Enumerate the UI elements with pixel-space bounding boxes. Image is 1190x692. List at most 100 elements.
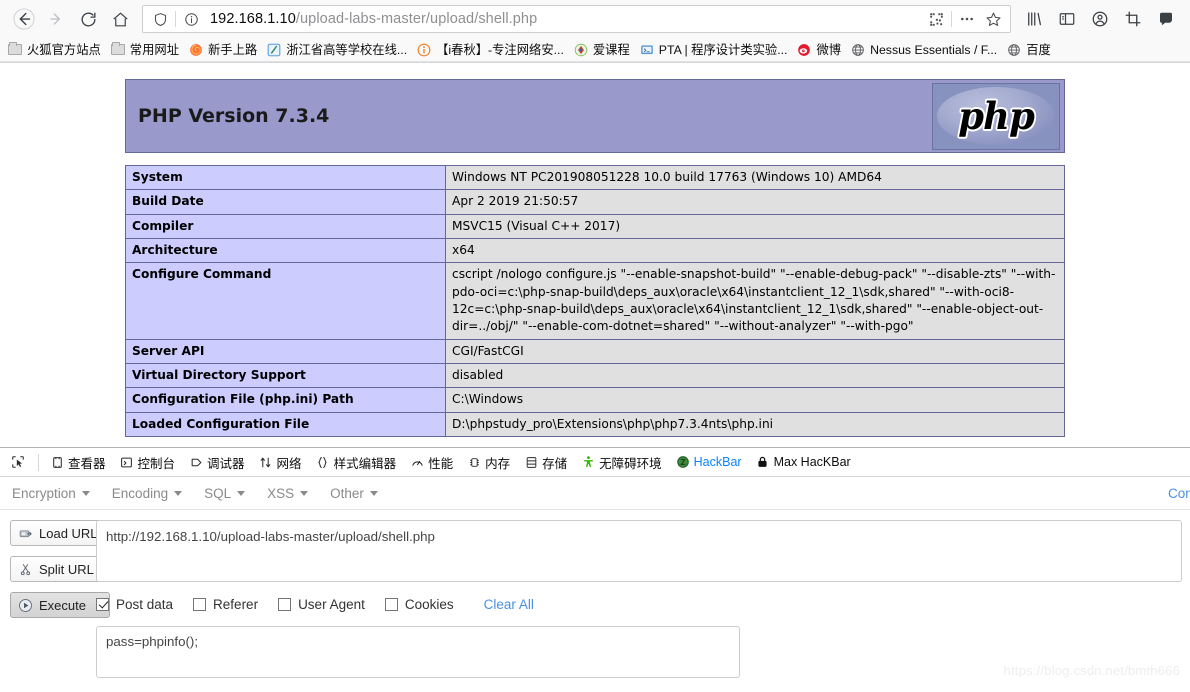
bookmark-item[interactable]: Nessus Essentials / F... [847, 41, 1002, 59]
menu-encryption[interactable]: Encryption [12, 486, 90, 501]
bookmark-item[interactable]: PTA | 程序设计类实验... [636, 41, 793, 59]
hackbar-icon [676, 455, 690, 469]
firefox-icon [188, 42, 204, 58]
performance-icon [410, 455, 424, 469]
qrcode-icon[interactable] [923, 7, 949, 31]
element-picker-icon[interactable] [4, 449, 36, 477]
ichunqiu-icon [416, 42, 432, 58]
reload-button[interactable] [72, 3, 104, 35]
split-url-icon [17, 561, 34, 578]
page-actions-icon[interactable] [954, 7, 980, 31]
bookmark-label: 【i春秋】-专注网络安... [436, 42, 564, 57]
debugger-icon [189, 455, 203, 469]
menu-sql[interactable]: SQL [204, 485, 246, 501]
url-input[interactable]: http://192.168.1.10/upload-labs-master/u… [96, 520, 1182, 582]
library-icon[interactable] [1017, 3, 1050, 35]
bookmark-star-icon[interactable] [980, 7, 1006, 31]
forward-button[interactable] [40, 3, 72, 35]
option-cookies[interactable]: Cookies [384, 596, 454, 612]
screenshot-icon[interactable] [1116, 3, 1149, 35]
menu-label: Other [330, 485, 364, 501]
bookmark-item[interactable]: 微博 [793, 41, 846, 59]
tab-label: HackBar [693, 455, 742, 469]
storage-icon [524, 455, 538, 469]
load-url-button[interactable]: Load URL [10, 520, 110, 546]
tab-max-hackbar[interactable]: Max HacKBar [749, 449, 858, 477]
sidebar-icon[interactable] [1050, 3, 1083, 35]
shield-icon[interactable] [147, 7, 173, 31]
account-icon[interactable] [1083, 3, 1116, 35]
table-cell-value: MSVC15 (Visual C++ 2017) [445, 213, 1065, 239]
network-icon [259, 455, 273, 469]
tab-accessibility[interactable]: 无障碍环境 [574, 449, 669, 477]
cookies-checkbox[interactable] [384, 597, 398, 611]
bookmark-item[interactable]: 常用网址 [107, 41, 184, 59]
tab-console[interactable]: 控制台 [113, 449, 183, 477]
bookmark-label: 微博 [816, 42, 842, 57]
option-post-data[interactable]: Post data [96, 597, 173, 612]
home-button[interactable] [104, 3, 136, 35]
table-row: Virtual Directory Support disabled [125, 362, 1065, 389]
table-cell-label: Loaded Configuration File [125, 411, 446, 437]
table-row: Configuration File (php.ini) Path C:\Win… [125, 387, 1065, 413]
table-cell-value: CGI/FastCGI [445, 338, 1065, 364]
back-button[interactable] [8, 3, 40, 35]
globe-icon [850, 42, 866, 58]
chevron-down-icon [174, 490, 183, 496]
tab-memory[interactable]: 内存 [460, 449, 517, 477]
urlbar-separator-2 [951, 11, 952, 27]
option-label: Cookies [404, 596, 454, 612]
bookmark-item[interactable]: 爱课程 [570, 41, 635, 59]
address-bar[interactable]: 192.168.1.10/upload-labs-master/upload/s… [142, 5, 1011, 33]
menu-label: Encoding [111, 485, 169, 501]
lock-icon [756, 455, 770, 469]
table-row: Configure Command cscript /nologo config… [125, 262, 1065, 340]
memory-icon [467, 455, 481, 469]
split-url-button[interactable]: Split URL [10, 556, 110, 582]
menu-label: SQL [204, 485, 232, 501]
menu-other[interactable]: Other [330, 486, 378, 501]
pta-icon [639, 42, 655, 58]
info-icon[interactable] [178, 7, 204, 31]
chevron-down-icon [300, 490, 309, 496]
tab-debugger[interactable]: 调试器 [182, 449, 252, 477]
tab-hackbar[interactable]: HackBar [668, 449, 749, 476]
table-cell-label: Configuration File (php.ini) Path [125, 387, 446, 413]
globe-icon [1006, 42, 1022, 58]
post-data-checkbox[interactable] [96, 597, 109, 611]
tab-style-editor[interactable]: 样式编辑器 [309, 449, 404, 477]
bookmark-item[interactable]: 百度 [1003, 41, 1056, 59]
tab-storage[interactable]: 存储 [517, 449, 574, 477]
option-label: Referer [213, 596, 259, 612]
option-referer[interactable]: Referer [193, 597, 258, 612]
tab-performance[interactable]: 性能 [403, 449, 460, 477]
weibo-icon [796, 42, 812, 58]
contribute-link[interactable]: Contri [1168, 486, 1190, 501]
clear-all-link[interactable]: Clear All [484, 597, 534, 612]
table-cell-label: Configure Command [125, 262, 446, 340]
php-logo-text: php [958, 93, 1035, 138]
menu-xss[interactable]: XSS [267, 486, 309, 501]
hackbar-options: Post data Referer User Agent Cookies Cle… [96, 588, 1190, 620]
table-row: System Windows NT PC201908051228 10.0 bu… [125, 164, 1065, 191]
menu-encoding[interactable]: Encoding [111, 485, 183, 501]
bookmark-item[interactable]: 火狐官方站点 [4, 41, 106, 59]
browser-chrome: 192.168.1.10/upload-labs-master/upload/s… [0, 0, 1190, 63]
tab-inspector[interactable]: 查看器 [43, 449, 113, 477]
tab-network[interactable]: 网络 [252, 449, 309, 477]
referer-checkbox[interactable] [193, 597, 207, 611]
bookmark-item[interactable]: 【i春秋】-专注网络安... [413, 41, 569, 59]
hackbar-body: Load URL Split URL Execute http://192.16… [0, 510, 1190, 678]
execute-button[interactable]: Execute [10, 592, 110, 618]
user-agent-checkbox[interactable] [278, 597, 292, 611]
bookmark-label: 火狐官方站点 [27, 42, 101, 57]
bookmark-item[interactable]: 浙江省高等学校在线... [263, 41, 412, 59]
urlbar-left-icons [147, 7, 204, 31]
php-version-title: PHP Version 7.3.4 [138, 105, 330, 127]
post-data-input[interactable]: pass=phpinfo(); [96, 626, 740, 678]
menu-label: Encryption [12, 485, 76, 501]
pocket-icon[interactable] [1149, 3, 1182, 35]
option-user-agent[interactable]: User Agent [278, 597, 365, 612]
url-text[interactable]: 192.168.1.10/upload-labs-master/upload/s… [204, 11, 923, 27]
bookmark-item[interactable]: 新手上路 [185, 41, 262, 59]
